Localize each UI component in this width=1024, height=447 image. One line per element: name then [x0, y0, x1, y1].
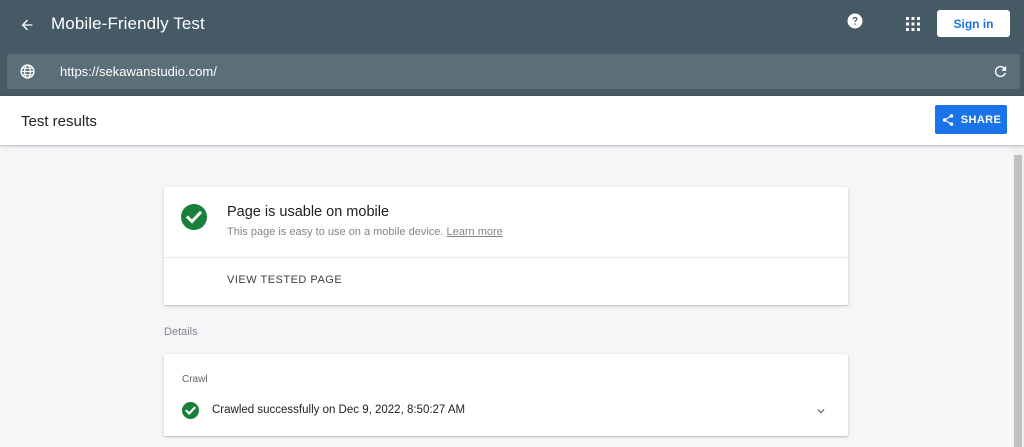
help-circle-icon: [847, 13, 863, 29]
usable-description-text: This page is easy to use on a mobile dev…: [227, 226, 444, 238]
globe-icon: [20, 64, 35, 79]
url-field[interactable]: https://sekawanstudio.com/: [60, 64, 217, 79]
sign-in-button[interactable]: Sign in: [937, 10, 1010, 37]
app-title: Mobile-Friendly Test: [51, 14, 205, 33]
share-icon: [942, 113, 953, 126]
details-heading: Details: [164, 326, 198, 338]
apps-grid-icon: [906, 17, 920, 31]
crawl-label: Crawl: [182, 374, 208, 385]
check-circle-icon: [182, 402, 199, 419]
usable-result-card: Page is usable on mobile This page is ea…: [164, 187, 848, 305]
results-title: Test results: [21, 113, 97, 130]
back-button[interactable]: [14, 12, 40, 38]
arrow-left-icon: [21, 19, 33, 31]
results-header: Test results SHARE: [0, 96, 1024, 145]
crawl-status-text: Crawled successfully on Dec 9, 2022, 8:5…: [212, 404, 466, 416]
help-button[interactable]: [846, 12, 864, 30]
chevron-down-icon[interactable]: [814, 404, 828, 418]
url-input-bar[interactable]: https://sekawanstudio.com/: [7, 54, 1020, 89]
share-button[interactable]: SHARE: [935, 105, 1007, 134]
usable-title: Page is usable on mobile: [227, 204, 390, 220]
view-tested-page-button[interactable]: VIEW TESTED PAGE: [227, 274, 342, 286]
check-circle-icon: [181, 204, 207, 230]
share-label: SHARE: [960, 113, 1002, 126]
scrollbar-thumb[interactable]: [1014, 155, 1022, 447]
vertical-scrollbar[interactable]: [1012, 145, 1024, 447]
crawl-details-card: Crawl Crawled successfully on Dec 9, 202…: [164, 354, 848, 436]
reload-icon[interactable]: [992, 63, 1009, 80]
divider: [164, 257, 848, 258]
top-app-bar: Mobile-Friendly Test Sign in https://sek…: [0, 0, 1024, 96]
usable-description: This page is easy to use on a mobile dev…: [227, 226, 503, 238]
apps-button[interactable]: [905, 16, 921, 32]
learn-more-link[interactable]: Learn more: [447, 226, 503, 238]
